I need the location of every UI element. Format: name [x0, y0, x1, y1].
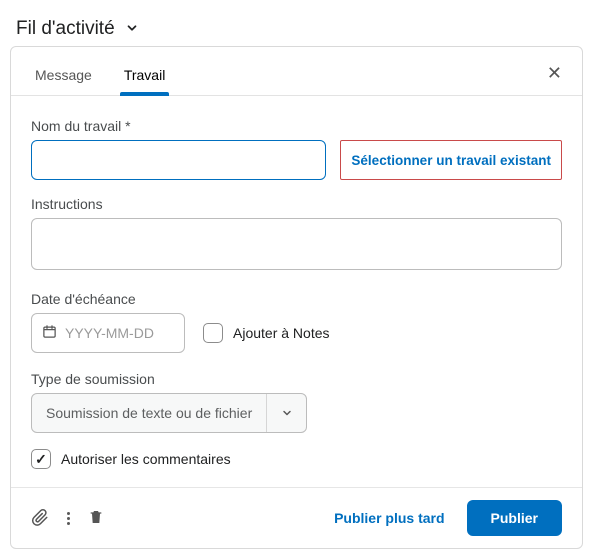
submission-type-label: Type de soumission — [31, 371, 562, 387]
allow-comments-checkbox[interactable] — [31, 449, 51, 469]
tabs: Message Travail ✕ — [11, 47, 582, 96]
tab-travail[interactable]: Travail — [120, 61, 170, 95]
due-date-input[interactable]: YYYY-MM-DD — [31, 313, 185, 353]
allow-comments-label: Autoriser les commentaires — [61, 451, 231, 467]
assignment-name-input[interactable] — [31, 140, 326, 180]
date-placeholder: YYYY-MM-DD — [65, 325, 154, 341]
select-existing-button[interactable]: Sélectionner un travail existant — [340, 140, 562, 180]
calendar-icon — [42, 324, 57, 343]
more-options-icon[interactable] — [65, 510, 72, 527]
add-to-notes-checkbox[interactable] — [203, 323, 223, 343]
attachment-icon[interactable] — [31, 508, 49, 529]
form-body: Nom du travail * Sélectionner un travail… — [11, 96, 582, 487]
submission-type-value: Soumission de texte ou de fichier — [32, 394, 266, 432]
footer-toolbar: Publier plus tard Publier — [11, 487, 582, 548]
publish-later-button[interactable]: Publier plus tard — [328, 509, 450, 527]
add-to-notes-label: Ajouter à Notes — [233, 325, 330, 341]
publish-button[interactable]: Publier — [467, 500, 562, 536]
instructions-label: Instructions — [31, 196, 562, 212]
compose-panel: Message Travail ✕ Nom du travail * Sélec… — [10, 46, 583, 549]
instructions-input[interactable] — [31, 218, 562, 270]
close-icon[interactable]: ✕ — [547, 63, 562, 94]
chevron-down-icon — [266, 394, 306, 432]
tab-message[interactable]: Message — [31, 61, 96, 95]
section-title: Fil d'activité — [16, 18, 115, 40]
chevron-down-icon — [125, 21, 139, 38]
due-date-label: Date d'échéance — [31, 291, 562, 307]
trash-icon[interactable] — [88, 509, 104, 528]
name-label: Nom du travail * — [31, 118, 562, 134]
section-header[interactable]: Fil d'activité — [8, 8, 585, 46]
submission-type-select[interactable]: Soumission de texte ou de fichier — [31, 393, 307, 433]
